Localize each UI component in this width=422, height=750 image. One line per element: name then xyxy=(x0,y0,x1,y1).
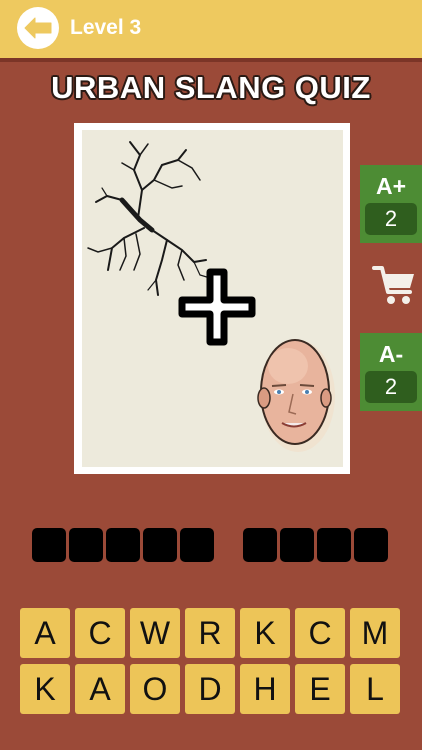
letter-key[interactable]: K xyxy=(240,608,290,658)
answer-slot[interactable] xyxy=(180,528,214,562)
puzzle-image xyxy=(74,123,350,474)
shopping-cart-icon[interactable] xyxy=(372,262,418,308)
letter-key[interactable]: O xyxy=(130,664,180,714)
add-letter-label: A+ xyxy=(375,173,407,199)
add-letter-button[interactable]: A+ 2 xyxy=(360,165,422,243)
remove-letter-label: A- xyxy=(378,341,404,367)
answer-slot[interactable] xyxy=(143,528,177,562)
answer-slot[interactable] xyxy=(243,528,277,562)
plus-image xyxy=(178,268,256,346)
letter-key[interactable]: D xyxy=(185,664,235,714)
arrow-left-icon xyxy=(24,17,52,39)
letter-key[interactable]: K xyxy=(20,664,70,714)
answer-word-2 xyxy=(243,528,388,562)
answer-slot[interactable] xyxy=(69,528,103,562)
letter-key[interactable]: A xyxy=(75,664,125,714)
answer-slot[interactable] xyxy=(32,528,66,562)
answer-slot[interactable] xyxy=(317,528,351,562)
puzzle-canvas xyxy=(82,130,343,467)
answer-slot[interactable] xyxy=(354,528,388,562)
top-bar: Level 3 xyxy=(0,0,422,58)
remove-letter-button[interactable]: A- 2 xyxy=(360,333,422,411)
letter-key[interactable]: W xyxy=(130,608,180,658)
answer-slot[interactable] xyxy=(106,528,140,562)
letter-key[interactable]: C xyxy=(75,608,125,658)
add-letter-count: 2 xyxy=(365,203,417,235)
remove-letter-count: 2 xyxy=(365,371,417,403)
letter-key[interactable]: E xyxy=(295,664,345,714)
letter-key[interactable]: R xyxy=(185,608,235,658)
letter-key[interactable]: M xyxy=(350,608,400,658)
page-title: URBAN SLANG QUIZ xyxy=(51,70,371,105)
back-button[interactable] xyxy=(17,7,59,49)
level-label: Level 3 xyxy=(70,16,142,39)
letter-key[interactable]: H xyxy=(240,664,290,714)
crack-image xyxy=(87,141,211,296)
letter-key[interactable]: L xyxy=(350,664,400,714)
letter-key[interactable]: C xyxy=(295,608,345,658)
bald-head-image xyxy=(257,339,335,452)
answer-word-1 xyxy=(32,528,214,562)
top-bar-shadow xyxy=(0,58,422,62)
letter-key[interactable]: A xyxy=(20,608,70,658)
answer-slot[interactable] xyxy=(280,528,314,562)
